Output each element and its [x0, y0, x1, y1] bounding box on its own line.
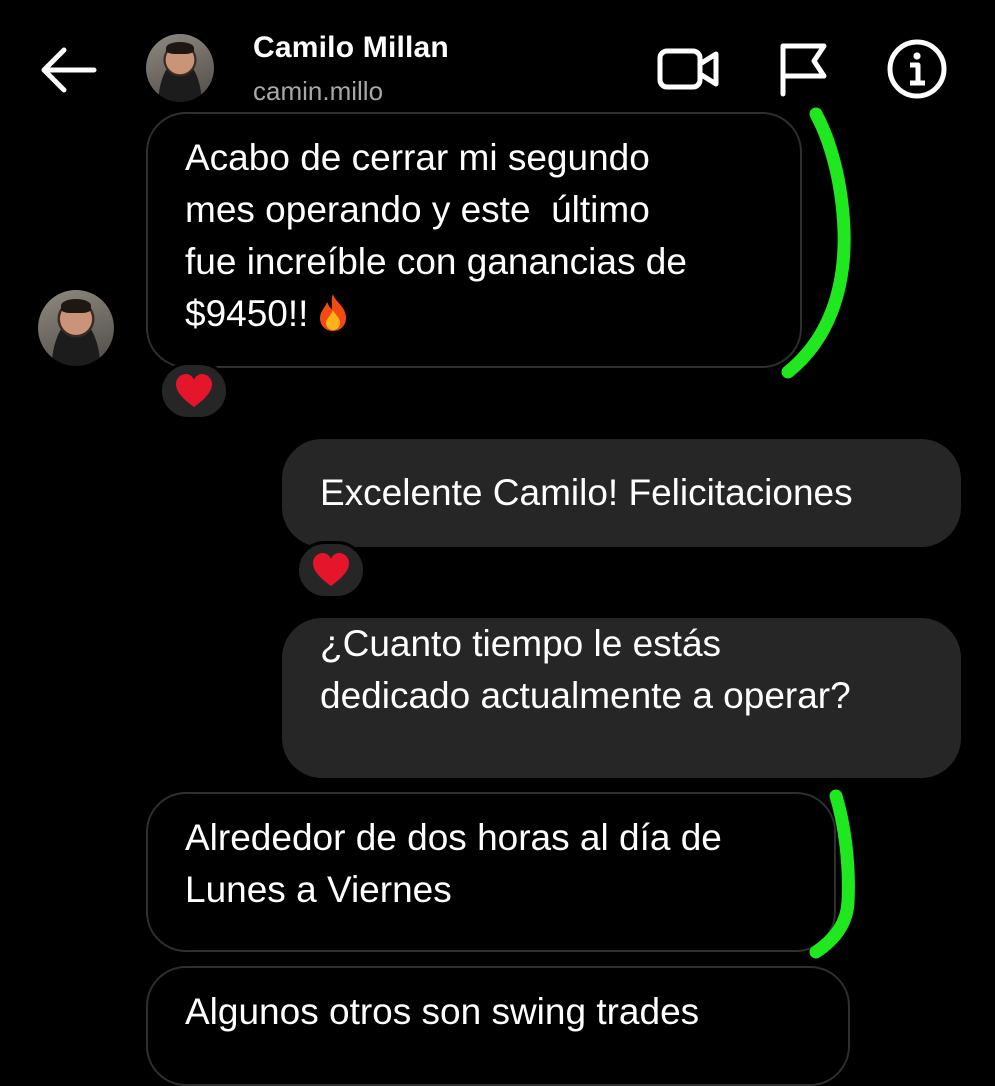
heart-icon	[313, 553, 349, 586]
sender-avatar[interactable]	[38, 290, 114, 366]
flag-icon[interactable]	[776, 40, 832, 98]
heart-icon	[176, 374, 212, 407]
message-bubble-incoming[interactable]: Acabo de cerrar mi segundo mes operando …	[146, 112, 802, 368]
chat-header: Camilo Millan camin.millo	[0, 0, 995, 110]
message-text: Alrededor de dos horas al día de Lunes a…	[185, 817, 722, 910]
message-text: ¿Cuanto tiempo le estás dedicado actualm…	[320, 623, 851, 716]
message-bubble-outgoing[interactable]: ¿Cuanto tiempo le estás dedicado actualm…	[282, 618, 961, 778]
message-bubble-incoming[interactable]: Algunos otros son swing trades	[146, 966, 850, 1086]
heart-reaction[interactable]	[159, 362, 229, 420]
heart-reaction[interactable]	[296, 541, 366, 599]
message-text: Algunos otros son swing trades	[185, 991, 700, 1032]
message-bubble-incoming[interactable]: Alrededor de dos horas al día de Lunes a…	[146, 792, 836, 952]
contact-handle[interactable]: camin.millo	[253, 76, 383, 107]
info-icon[interactable]	[886, 38, 948, 100]
contact-avatar[interactable]	[146, 34, 214, 102]
video-camera-icon[interactable]	[656, 44, 720, 94]
arrow-left-icon[interactable]	[36, 44, 100, 96]
contact-name[interactable]: Camilo Millan	[253, 31, 449, 65]
fire-icon	[320, 294, 347, 331]
message-text: Excelente Camilo! Felicitaciones	[320, 472, 853, 513]
message-bubble-outgoing[interactable]: Excelente Camilo! Felicitaciones	[282, 439, 961, 547]
message-text: Acabo de cerrar mi segundo mes operando …	[185, 137, 687, 334]
